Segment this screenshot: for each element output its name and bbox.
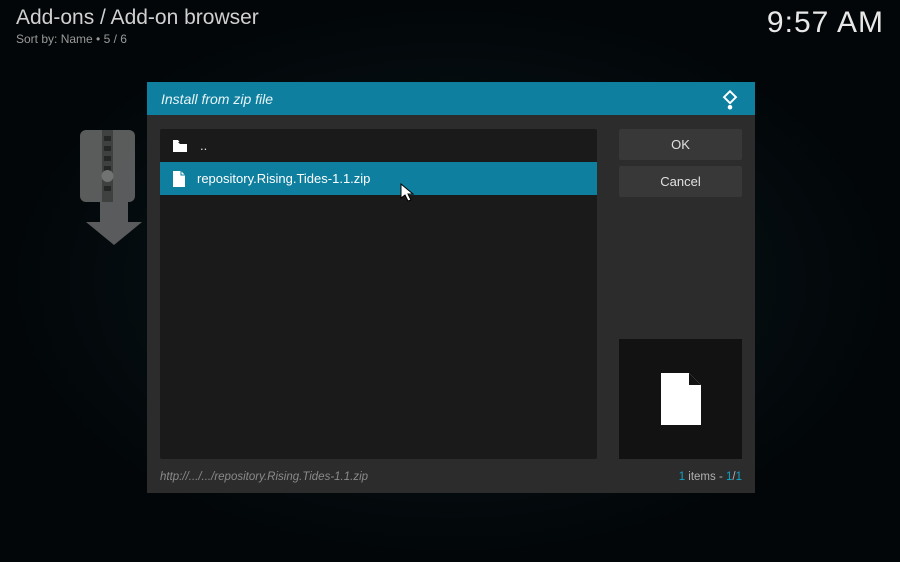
dialog-title: Install from zip file	[161, 91, 273, 107]
items-count: 1 items - 1/1	[679, 471, 742, 483]
file-icon	[172, 171, 185, 187]
install-zip-dialog: Install from zip file .. repository.Risi…	[147, 82, 755, 493]
clock: 9:57 AM	[767, 6, 884, 40]
sort-value: Name	[61, 32, 93, 46]
cancel-button[interactable]: Cancel	[619, 166, 742, 197]
bullet: •	[93, 32, 104, 46]
file-preview-icon	[659, 371, 703, 427]
dialog-footer: http://.../.../repository.Rising.Tides-1…	[147, 467, 755, 493]
file-preview	[619, 339, 742, 459]
dialog-titlebar: Install from zip file	[147, 82, 755, 115]
file-row-zip[interactable]: repository.Rising.Tides-1.1.zip	[160, 162, 597, 195]
mouse-cursor-icon	[400, 183, 416, 203]
breadcrumb[interactable]: Add-ons / Add-on browser	[16, 6, 259, 30]
ok-button[interactable]: OK	[619, 129, 742, 160]
zip-install-icon	[80, 130, 148, 245]
file-row-parent[interactable]: ..	[160, 129, 597, 162]
app-header: Add-ons / Add-on browser Sort by: Name •…	[16, 6, 884, 46]
file-list: .. repository.Rising.Tides-1.1.zip	[160, 129, 597, 459]
file-list-empty	[160, 195, 597, 454]
page-count: 5 / 6	[104, 32, 127, 46]
sort-status[interactable]: Sort by: Name • 5 / 6	[16, 32, 259, 46]
parent-dir-label: ..	[200, 138, 207, 153]
sort-label: Sort by:	[16, 32, 61, 46]
kodi-logo-icon	[719, 88, 741, 110]
file-name-label: repository.Rising.Tides-1.1.zip	[197, 171, 370, 186]
folder-up-icon	[172, 139, 188, 153]
file-path: http://.../.../repository.Rising.Tides-1…	[160, 471, 368, 483]
